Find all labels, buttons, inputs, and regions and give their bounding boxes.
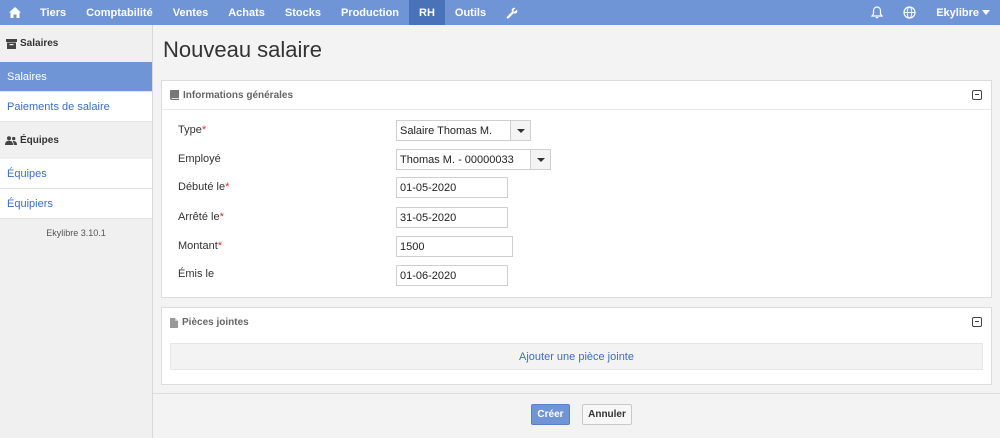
caret-down-icon: [536, 157, 545, 162]
collapse-icon[interactable]: [972, 317, 982, 327]
type-select[interactable]: Salaire Thomas M.: [396, 120, 531, 141]
nav-item-achats[interactable]: Achats: [218, 0, 275, 25]
stopped-label: Arrêté le*: [178, 211, 224, 223]
nav-item-rh[interactable]: RH: [409, 0, 445, 25]
emitted-date-value: 01-06-2020: [400, 269, 457, 282]
emitted-date-input[interactable]: 01-06-2020: [396, 265, 508, 286]
stopped-date-value: 31-05-2020: [400, 211, 457, 224]
type-select-value: Salaire Thomas M.: [400, 124, 493, 137]
emitted-label-text: Émis le: [178, 268, 215, 280]
caret-down-icon: [516, 128, 525, 133]
collapse-icon[interactable]: [972, 90, 982, 100]
page-title: Nouveau salaire: [163, 37, 322, 62]
employee-label-text: Employé: [178, 153, 221, 165]
started-label: Débuté le*: [178, 181, 229, 193]
required-marker: *: [225, 181, 230, 193]
nav-item-stocks[interactable]: Stocks: [275, 0, 331, 25]
users-icon: [5, 135, 17, 146]
nav-item-ventes[interactable]: Ventes: [163, 0, 218, 25]
amount-label: Montant*: [178, 240, 222, 252]
general-info-panel-header: Informations générales: [162, 81, 991, 110]
stopped-date-input[interactable]: 31-05-2020: [396, 207, 508, 228]
employee-label: Employé: [178, 153, 221, 165]
app-version: Ekylibre 3.10.1: [46, 228, 106, 238]
type-label: Type*: [178, 124, 206, 136]
wrench-icon[interactable]: [496, 0, 528, 25]
sidebar: Salaires Salaires Paiements de salaire É…: [0, 25, 153, 438]
stopped-label-text: Arrêté le: [178, 211, 220, 223]
nav-item-tiers[interactable]: Tiers: [30, 0, 76, 25]
general-info-panel-title: Informations générales: [183, 89, 294, 101]
started-date-input[interactable]: 01-05-2020: [396, 177, 508, 198]
file-icon: [170, 317, 178, 328]
employee-dropdown-button[interactable]: [530, 149, 551, 170]
globe-icon[interactable]: [893, 0, 926, 25]
user-menu[interactable]: Ekylibre: [926, 0, 1000, 25]
sidebar-item-paiements[interactable]: Paiements de salaire: [0, 92, 152, 122]
sidebar-item-equipiers[interactable]: Équipiers: [0, 189, 152, 219]
sidebar-item-equipes[interactable]: Équipes: [0, 159, 152, 189]
amount-label-text: Montant: [178, 240, 218, 252]
nav-item-production[interactable]: Production: [331, 0, 409, 25]
home-icon[interactable]: [0, 0, 30, 25]
nav-item-outils[interactable]: Outils: [445, 0, 496, 25]
archive-icon: [5, 38, 17, 49]
top-navigation-bar: Tiers Comptabilité Ventes Achats Stocks …: [0, 0, 1000, 25]
started-date-value: 01-05-2020: [400, 181, 457, 194]
create-button[interactable]: Créer: [531, 404, 570, 425]
required-marker: *: [217, 240, 223, 252]
bell-icon[interactable]: [861, 0, 893, 25]
nav-item-comptabilite[interactable]: Comptabilité: [76, 0, 163, 25]
chevron-down-icon: [982, 10, 990, 15]
required-marker: *: [201, 124, 207, 136]
amount-value: 1500: [400, 240, 425, 253]
user-menu-label: Ekylibre: [936, 6, 979, 19]
sidebar-section-label: Équipes: [20, 135, 59, 146]
attachments-panel: Pièces jointes Ajouter une pièce jointe: [161, 307, 992, 385]
amount-input[interactable]: 1500: [396, 236, 513, 257]
general-info-panel: Informations générales Type* Salaire Tho…: [161, 80, 992, 298]
form-actions-bar: Créer Annuler: [153, 393, 1000, 436]
employee-select-value: Thomas M. - 00000033: [400, 153, 514, 166]
type-dropdown-button[interactable]: [510, 120, 531, 141]
main-content: Nouveau salaire Informations générales T…: [153, 25, 1000, 438]
emitted-label: Émis le: [178, 268, 214, 280]
attachments-panel-title: Pièces jointes: [182, 317, 249, 328]
started-label-text: Débuté le: [178, 181, 226, 193]
sidebar-section-label: Salaires: [20, 38, 59, 49]
sidebar-item-salaires[interactable]: Salaires: [0, 62, 152, 92]
employee-select[interactable]: Thomas M. - 00000033: [396, 149, 551, 170]
sidebar-section-equipes: Équipes: [0, 122, 152, 159]
type-label-text: Type: [178, 124, 202, 136]
sidebar-section-salaires: Salaires: [0, 25, 152, 62]
required-marker: *: [219, 211, 224, 223]
cancel-button[interactable]: Annuler: [582, 404, 632, 425]
attachments-panel-header: Pièces jointes: [162, 308, 991, 337]
add-attachment-button[interactable]: Ajouter une pièce jointe: [170, 343, 983, 370]
book-icon: [170, 90, 179, 100]
